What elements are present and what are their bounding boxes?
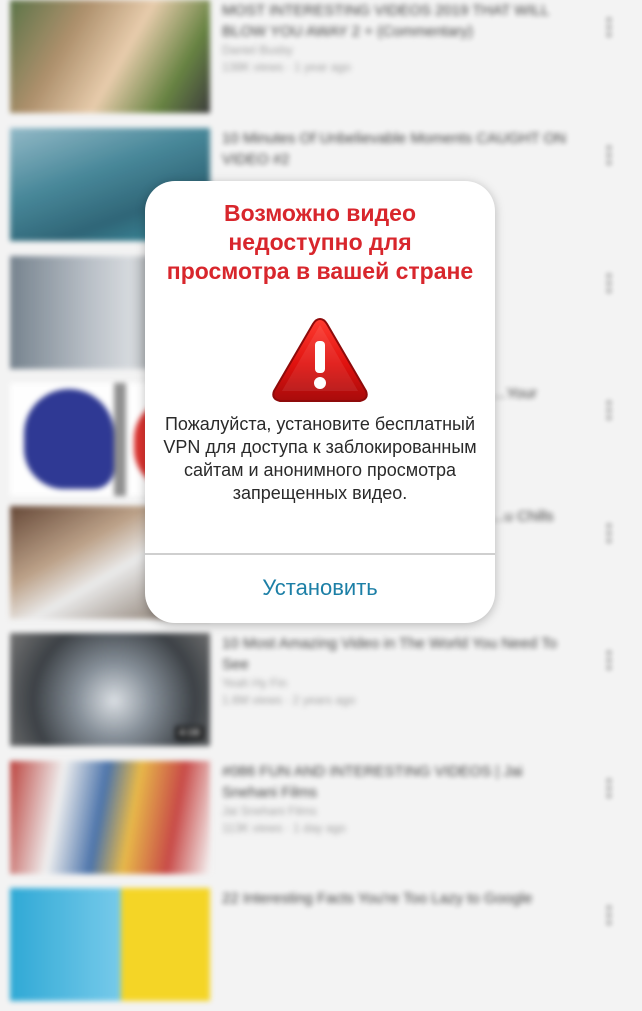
video-channel: Daniel Busby <box>222 43 293 57</box>
video-thumbnail[interactable] <box>10 0 210 113</box>
video-stats: 113K views · 1 day ago <box>222 821 346 835</box>
more-options-icon[interactable]: ⋮ <box>598 902 620 928</box>
more-options-icon[interactable]: ⋮ <box>598 775 620 801</box>
video-stats: 138K views · 1 year ago <box>222 60 351 74</box>
video-title[interactable]: 10 Minutes Of Unbelievable Moments CAUGH… <box>222 128 567 170</box>
dialog-message: Пожалуйста, установите бесплатный VPN дл… <box>163 414 477 503</box>
more-options-icon[interactable]: ⋮ <box>598 270 620 296</box>
video-duration: 4:08 <box>174 726 204 740</box>
video-thumbnail[interactable] <box>10 888 210 1001</box>
video-title[interactable]: #086 FUN AND INTERESTING VIDEOS | Jai Sn… <box>222 761 567 803</box>
warning-triangle-icon <box>270 315 370 405</box>
video-title[interactable]: MOST INTERESTING VIDEOS 2019 THAT WILL B… <box>222 0 567 42</box>
video-meta: #086 FUN AND INTERESTING VIDEOS | Jai Sn… <box>222 761 567 837</box>
video-title[interactable]: ...u Chills <box>492 506 582 527</box>
dialog-title: Возможно видео недоступно для просмотра … <box>166 200 474 284</box>
video-title[interactable]: ...Your <box>494 383 574 404</box>
install-button[interactable]: Установить <box>145 555 495 623</box>
video-channel: Yeah Hy Fin <box>222 676 287 690</box>
video-thumbnail[interactable]: 4:08 <box>10 633 210 746</box>
more-options-icon[interactable]: ⋮ <box>598 520 620 546</box>
video-stats: 1.6M views · 2 years ago <box>222 693 356 707</box>
divider-pole <box>114 383 126 496</box>
video-title[interactable]: 22 Interesting Facts You're Too Lazy to … <box>222 888 567 909</box>
more-options-icon[interactable]: ⋮ <box>598 647 620 673</box>
more-options-icon[interactable]: ⋮ <box>598 397 620 423</box>
video-meta: MOST INTERESTING VIDEOS 2019 THAT WILL B… <box>222 0 567 76</box>
video-row[interactable]: MOST INTERESTING VIDEOS 2019 THAT WILL B… <box>0 0 642 123</box>
vpn-warning-dialog: Возможно видео недоступно для просмотра … <box>145 181 495 623</box>
video-meta: 22 Interesting Facts You're Too Lazy to … <box>222 888 567 909</box>
more-options-icon[interactable]: ⋮ <box>598 14 620 40</box>
video-channel: Jai Snehani Films <box>222 804 317 818</box>
video-row[interactable]: #086 FUN AND INTERESTING VIDEOS | Jai Sn… <box>0 761 642 884</box>
video-meta: 10 Minutes Of Unbelievable Moments CAUGH… <box>222 128 567 170</box>
more-options-icon[interactable]: ⋮ <box>598 142 620 168</box>
video-meta: 10 Most Amazing Video in The World You N… <box>222 633 567 709</box>
blue-head-silhouette <box>24 389 114 489</box>
video-row[interactable]: 4:08 10 Most Amazing Video in The World … <box>0 633 642 756</box>
video-row[interactable]: 22 Interesting Facts You're Too Lazy to … <box>0 888 642 1011</box>
video-title[interactable]: 10 Most Amazing Video in The World You N… <box>222 633 567 675</box>
video-thumbnail[interactable] <box>10 761 210 874</box>
